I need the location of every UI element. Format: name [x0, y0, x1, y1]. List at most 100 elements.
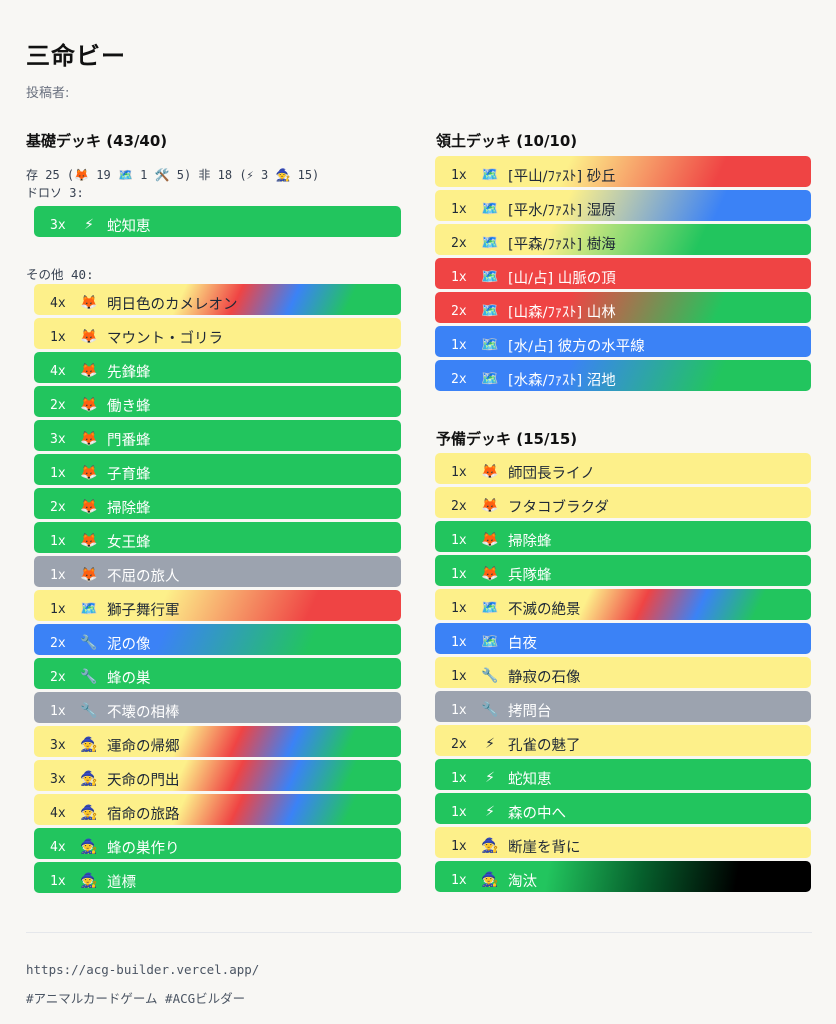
card-row[interactable]: 1x 🗺️ 白夜: [435, 623, 811, 654]
card-row[interactable]: 3x 🦊 門番蜂: [34, 420, 401, 451]
card-row[interactable]: 3x 🧙 天命の門出: [34, 760, 401, 791]
card-row[interactable]: 3x 🧙 運命の帰郷: [34, 726, 401, 757]
card-row-content: 1x 🦊 マウント・ゴリラ: [50, 326, 223, 348]
card-quantity: 1x: [451, 804, 467, 820]
card-row[interactable]: 1x 🗺️ [山/占] 山脈の頂: [435, 258, 811, 289]
card-row-content: 3x 🦊 門番蜂: [50, 428, 151, 450]
card-row[interactable]: 1x 🗺️ [水/占] 彼方の水平線: [435, 326, 811, 357]
card-type-icon: 🗺️: [481, 600, 499, 616]
card-name: 天命の門出: [107, 772, 180, 789]
card-name: 断崖を背に: [508, 839, 581, 856]
card-row-content: 1x 🦊 師団長ライノ: [451, 461, 595, 483]
card-row-content: 1x 🦊 不屈の旅人: [50, 564, 180, 586]
card-type-icon: ⚡: [485, 804, 495, 820]
card-row[interactable]: 2x 🔧 蜂の巣: [34, 658, 401, 689]
deck-title: 三命ビー: [26, 42, 126, 70]
card-row[interactable]: 1x 🦊 女王蜂: [34, 522, 401, 553]
card-row[interactable]: 1x 🗺️ [平山/ﾌｧｽﾄ] 砂丘: [435, 156, 811, 187]
card-row[interactable]: 2x 🗺️ [山森/ﾌｧｽﾄ] 山林: [435, 292, 811, 323]
card-row-content: 2x 🦊 掃除蜂: [50, 496, 151, 518]
card-quantity: 2x: [451, 303, 467, 319]
card-type-icon: 🦊: [80, 499, 98, 515]
card-row-content: 1x 🗺️ 不滅の絶景: [451, 597, 581, 619]
card-row[interactable]: 4x 🧙 蜂の巣作り: [34, 828, 401, 859]
card-row[interactable]: 3x ⚡ 蛇知恵: [34, 206, 401, 237]
card-type-icon: 🦊: [80, 431, 98, 447]
card-type-icon: 🔧: [481, 668, 499, 684]
card-type-icon: 🔧: [481, 702, 499, 718]
card-name: [山/占] 山脈の頂: [508, 270, 616, 287]
base-other-list: 4x 🦊 明日色のカメレオン 1x 🦊 マウント・ゴリラ 4x 🦊 先鋒蜂 2x 🦊 働き蜂 3x 🦊 門番…: [34, 284, 401, 896]
territory-deck-heading: 領土デッキ (10/10): [436, 132, 578, 150]
card-type-icon: 🔧: [80, 703, 98, 719]
card-name: 門番蜂: [107, 432, 151, 449]
card-quantity: 1x: [451, 600, 467, 616]
card-row[interactable]: 1x 🧙 淘汰: [435, 861, 811, 892]
card-row[interactable]: 2x 🗺️ [平森/ﾌｧｽﾄ] 樹海: [435, 224, 811, 255]
card-row[interactable]: 2x 🔧 泥の像: [34, 624, 401, 655]
card-row[interactable]: 1x 🗺️ 獅子舞行軍: [34, 590, 401, 621]
card-type-icon: 🦊: [481, 498, 499, 514]
card-row[interactable]: 4x 🦊 明日色のカメレオン: [34, 284, 401, 315]
card-type-icon: 🗺️: [481, 634, 499, 650]
card-row[interactable]: 1x 🦊 掃除蜂: [435, 521, 811, 552]
card-row[interactable]: 4x 🦊 先鋒蜂: [34, 352, 401, 383]
card-row[interactable]: 1x 🔧 静寂の石像: [435, 657, 811, 688]
card-type-icon: ⚡: [485, 736, 495, 752]
card-quantity: 2x: [50, 635, 66, 651]
card-name: 淘汰: [508, 873, 537, 890]
card-row[interactable]: 1x 🧙 断崖を背に: [435, 827, 811, 858]
card-type-icon: 🦊: [80, 533, 98, 549]
card-name: 蜂の巣: [107, 670, 151, 687]
card-row-content: 1x 🦊 子育蜂: [50, 462, 151, 484]
card-row[interactable]: 1x 🗺️ 不滅の絶景: [435, 589, 811, 620]
card-row-content: 1x 🗺️ 白夜: [451, 631, 537, 653]
card-quantity: 1x: [451, 167, 467, 183]
card-quantity: 4x: [50, 295, 66, 311]
card-quantity: 2x: [451, 371, 467, 387]
card-row[interactable]: 1x 🧙 道標: [34, 862, 401, 893]
card-name: 道標: [107, 874, 136, 891]
card-row-content: 2x 🔧 泥の像: [50, 632, 151, 654]
card-row[interactable]: 2x 🗺️ [水森/ﾌｧｽﾄ] 沼地: [435, 360, 811, 391]
card-row[interactable]: 1x 🦊 マウント・ゴリラ: [34, 318, 401, 349]
card-type-icon: 🗺️: [481, 337, 499, 353]
card-row[interactable]: 2x 🦊 掃除蜂: [34, 488, 401, 519]
card-row[interactable]: 2x 🦊 フタコブラクダ: [435, 487, 811, 518]
card-type-icon: ⚡: [485, 770, 495, 786]
card-name: 子育蜂: [107, 466, 151, 483]
card-quantity: 1x: [451, 838, 467, 854]
card-row-content: 1x 🦊 女王蜂: [50, 530, 151, 552]
card-type-icon: ⚡: [84, 217, 94, 233]
card-name: [水/占] 彼方の水平線: [508, 338, 645, 355]
card-row[interactable]: 1x 🔧 不壊の相棒: [34, 692, 401, 723]
card-row[interactable]: 2x 🦊 働き蜂: [34, 386, 401, 417]
card-row[interactable]: 1x ⚡ 森の中へ: [435, 793, 811, 824]
card-row[interactable]: 1x 🦊 師団長ライノ: [435, 453, 811, 484]
card-type-icon: 🗺️: [80, 601, 98, 617]
card-row-content: 3x 🧙 運命の帰郷: [50, 734, 180, 756]
reserve-list: 1x 🦊 師団長ライノ 2x 🦊 フタコブラクダ 1x 🦊 掃除蜂 1x 🦊 兵隊蜂 1x 🗺️ 不滅の絶景…: [435, 453, 811, 895]
card-row[interactable]: 4x 🧙 宿命の旅路: [34, 794, 401, 825]
card-row[interactable]: 1x 🗺️ [平水/ﾌｧｽﾄ] 湿原: [435, 190, 811, 221]
card-row[interactable]: 1x 🔧 拷問台: [435, 691, 811, 722]
card-row-content: 1x ⚡ 蛇知恵: [451, 767, 552, 789]
card-quantity: 1x: [451, 770, 467, 786]
card-row-content: 2x 🦊 フタコブラクダ: [451, 495, 609, 517]
card-row[interactable]: 1x 🦊 不屈の旅人: [34, 556, 401, 587]
card-row-content: 1x 🔧 静寂の石像: [451, 665, 581, 687]
card-row[interactable]: 1x 🦊 兵隊蜂: [435, 555, 811, 586]
footer-url[interactable]: https://acg-builder.vercel.app/: [26, 962, 259, 977]
card-row[interactable]: 1x ⚡ 蛇知恵: [435, 759, 811, 790]
card-type-icon: 🔧: [80, 669, 98, 685]
card-quantity: 2x: [50, 397, 66, 413]
poster-label: 投稿者:: [26, 86, 70, 101]
card-row-content: 1x 🔧 不壊の相棒: [50, 700, 180, 722]
card-name: 運命の帰郷: [107, 738, 180, 755]
card-row[interactable]: 1x 🦊 子育蜂: [34, 454, 401, 485]
card-type-icon: 🗺️: [481, 269, 499, 285]
card-type-icon: 🦊: [481, 566, 499, 582]
card-quantity: 1x: [451, 702, 467, 718]
card-row[interactable]: 2x ⚡ 孔雀の魅了: [435, 725, 811, 756]
card-quantity: 4x: [50, 839, 66, 855]
